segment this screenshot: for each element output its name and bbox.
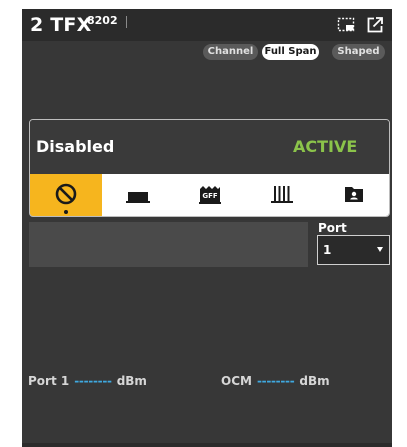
port1-reading-unit: dBm bbox=[116, 374, 147, 388]
status-state-label: Disabled bbox=[36, 137, 115, 156]
panel-header: 2 TFX 8202 bbox=[22, 9, 392, 41]
port-label: Port bbox=[318, 221, 347, 235]
tfx-panel: 2 TFX 8202 Channel Full Span Shaped Disa… bbox=[22, 9, 392, 447]
panel-title: 2 TFX bbox=[30, 14, 92, 36]
popout-icon[interactable] bbox=[365, 15, 385, 35]
mode-grid-button[interactable] bbox=[246, 174, 318, 216]
tab-channel[interactable]: Channel bbox=[203, 44, 258, 60]
disabled-icon bbox=[55, 183, 77, 205]
tab-full-span[interactable]: Full Span bbox=[262, 44, 319, 60]
mode-gff-button[interactable]: GFF bbox=[174, 174, 246, 216]
panel-model: 8202 bbox=[87, 14, 118, 27]
panel-footer bbox=[22, 443, 392, 447]
gff-icon: GFF bbox=[199, 186, 221, 204]
mode-laser-button[interactable] bbox=[102, 174, 174, 216]
port-select-value: 1 bbox=[323, 243, 332, 257]
chevron-down-icon bbox=[377, 247, 383, 252]
mode-selector: GFF bbox=[30, 174, 389, 216]
ocm-reading-label: OCM bbox=[221, 374, 252, 388]
display-mode-icon[interactable] bbox=[336, 15, 356, 35]
port1-reading: Port 1 -------- dBm bbox=[28, 374, 147, 388]
port1-reading-label: Port 1 bbox=[28, 374, 70, 388]
grid-comb-icon bbox=[271, 186, 293, 203]
laser-block-icon bbox=[126, 192, 150, 203]
mode-profile-button[interactable] bbox=[318, 174, 389, 216]
svg-text:GFF: GFF bbox=[202, 192, 218, 200]
status-active-label: ACTIVE bbox=[293, 137, 358, 156]
ocm-reading-value: -------- bbox=[256, 374, 295, 388]
port-select[interactable]: 1 bbox=[317, 235, 390, 265]
title-divider bbox=[126, 16, 127, 28]
status-row: Disabled ACTIVE bbox=[30, 120, 389, 173]
status-card: Disabled ACTIVE GFF bbox=[29, 119, 390, 217]
ocm-reading: OCM -------- dBm bbox=[221, 374, 330, 388]
port1-reading-value: -------- bbox=[74, 374, 112, 388]
selected-indicator-dot bbox=[64, 210, 68, 214]
ocm-reading-unit: dBm bbox=[299, 374, 330, 388]
mode-disabled-button[interactable] bbox=[30, 174, 102, 216]
info-display-box bbox=[29, 222, 308, 267]
profile-folder-icon bbox=[344, 187, 363, 202]
tab-shaped[interactable]: Shaped bbox=[332, 44, 385, 60]
